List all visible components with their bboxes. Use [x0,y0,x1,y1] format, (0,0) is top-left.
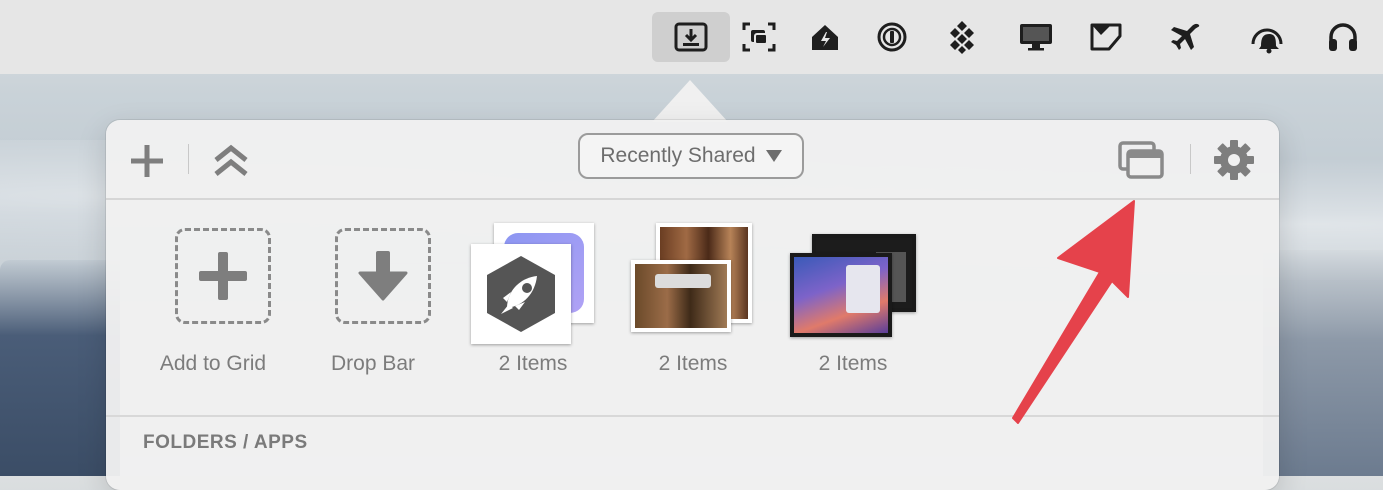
chevron-down-icon [765,150,782,162]
sparkle-diamonds-icon[interactable] [937,12,987,62]
drop-bar-item[interactable]: Drop Bar [308,220,438,380]
screen-thumbnail-front [790,253,892,337]
source-dropdown-label: Recently Shared [600,144,756,167]
add-to-grid-label: Add to Grid [159,352,267,375]
dropzone-menu-icon[interactable] [652,12,730,62]
headphones-icon[interactable] [1318,12,1368,62]
home-icon[interactable] [800,12,850,62]
windows-button[interactable] [1116,138,1166,182]
shared-group-item[interactable]: 2 Items [788,220,918,380]
airplane-icon[interactable] [1160,12,1210,62]
shared-group-item[interactable]: 2 Items [628,220,758,380]
add-to-grid-box [175,228,271,324]
group-items-label: 2 Items [498,352,568,375]
drop-bar-box [335,228,431,324]
popover-caret [652,80,728,122]
wallpaper-mountains-right [1263,250,1383,476]
gear-icon [1214,140,1254,180]
rocket-icon [487,256,555,332]
plus-icon [199,252,247,300]
dropzone-download-icon [674,22,708,52]
group-items-label: 2 Items [818,352,888,375]
toolbar-separator [188,144,189,174]
source-dropdown[interactable]: Recently Shared [578,133,804,179]
folders-apps-heading: FOLDERS / APPS [143,432,308,453]
annotation-arrow-icon [1012,200,1135,424]
menu-bar [0,0,1383,74]
rocket-app-thumbnail [471,244,571,344]
add-button[interactable] [126,140,168,182]
shared-group-item[interactable]: 2 Items [468,220,598,380]
toolbar-separator [1190,144,1191,174]
panel-toolbar: Recently Shared [106,120,1279,200]
add-to-grid-item[interactable]: Add to Grid [148,220,278,380]
notch-icon[interactable] [1081,12,1131,62]
stacked-windows-icon [1118,141,1164,179]
double-chevron-up-icon [214,144,248,176]
display-icon[interactable] [1011,12,1061,62]
1password-icon[interactable] [867,12,917,62]
notification-bell-icon[interactable] [1242,12,1292,62]
plus-icon [131,145,163,177]
drop-bar-label: Drop Bar [330,352,416,375]
collapse-button[interactable] [210,140,252,182]
screenshot-capture-icon[interactable] [734,12,784,62]
settings-button[interactable] [1212,138,1256,182]
forest-thumbnail-front [631,260,731,332]
wallpaper-mountains-left [0,260,120,476]
arrow-down-icon [358,251,408,301]
group-items-label: 2 Items [658,352,728,375]
